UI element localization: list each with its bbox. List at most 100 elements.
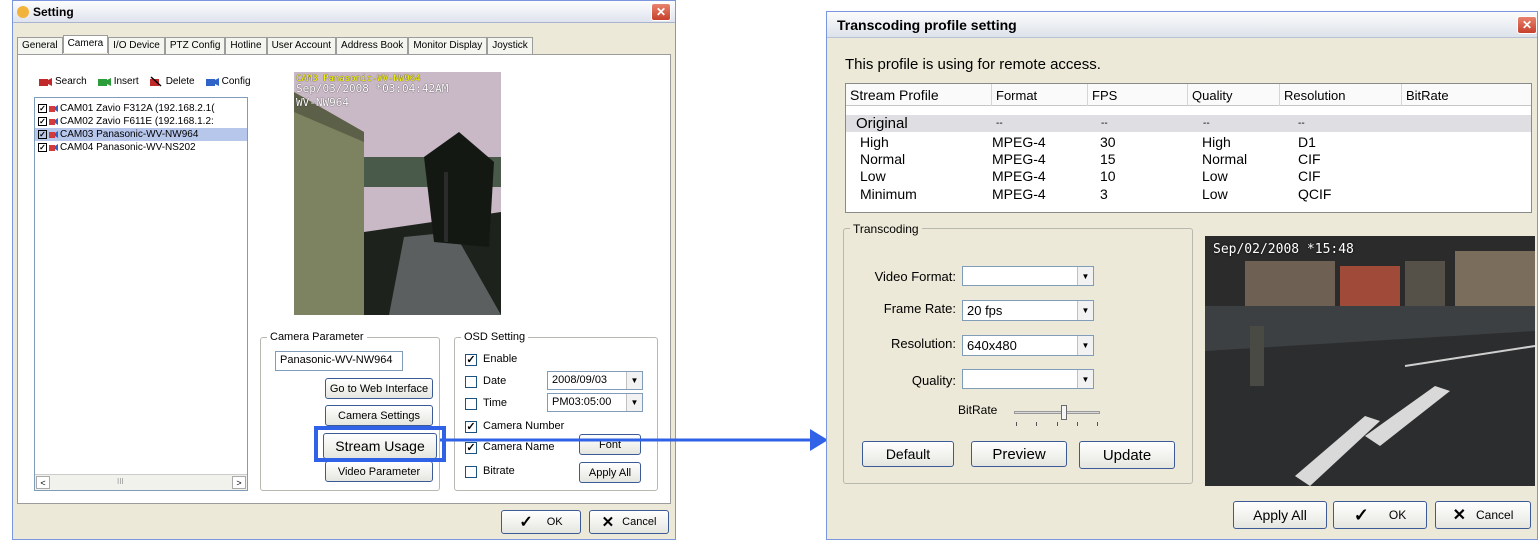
chevron-down-icon[interactable]: ▼ [626, 394, 642, 411]
frame-rate-select[interactable]: 20 fps ▼ [962, 300, 1094, 321]
close-x-icon: ✕ [601, 514, 615, 531]
preview-button[interactable]: Preview [971, 441, 1067, 467]
camera-checkbox[interactable]: ✓ [38, 117, 47, 126]
column-header[interactable]: Stream Profile [846, 84, 992, 106]
tab-camera[interactable]: Camera [62, 35, 109, 53]
table-row[interactable]: Minimum MPEG-4 3 Low QCIF [846, 185, 1531, 202]
chevron-down-icon[interactable]: ▼ [626, 372, 642, 389]
close-icon[interactable]: ✕ [1517, 16, 1537, 34]
insert-button[interactable]: Insert [97, 75, 139, 87]
camera-icon [49, 105, 58, 112]
video-format-select[interactable]: ▼ [962, 266, 1094, 286]
camera-preview: CAM3 Panasonic-WV-NW964 Sep/03/2008 *03:… [294, 72, 501, 315]
chevron-down-icon[interactable]: ▼ [1077, 336, 1093, 355]
profile-table: Stream Profile Format FPS Quality Resolu… [845, 83, 1532, 213]
transcoding-titlebar: Transcoding profile setting [827, 12, 1537, 38]
camera-settings-button[interactable]: Camera Settings [325, 405, 433, 426]
column-header[interactable]: FPS [1088, 84, 1188, 106]
camera-icon [49, 131, 58, 138]
date-label: Date [483, 375, 507, 387]
column-header[interactable]: Quality [1188, 84, 1280, 106]
delete-camera-icon [149, 76, 162, 87]
column-header[interactable]: Format [992, 84, 1088, 106]
bitrate-checkbox[interactable] [465, 466, 477, 478]
camera-list[interactable]: ✓ CAM01 Zavio F312A (192.168.2.1( ✓ CAM0… [34, 97, 248, 491]
table-row[interactable]: Normal MPEG-4 15 Normal CIF [846, 150, 1531, 167]
stream-usage-highlight [314, 426, 446, 462]
horizontal-scrollbar[interactable]: < III > [35, 474, 247, 490]
camera-model-field[interactable]: Panasonic-WV-NW964 [275, 351, 403, 371]
camera-checkbox[interactable]: ✓ [38, 143, 47, 152]
bitrate-slider[interactable] [1014, 405, 1100, 427]
apply-all-button[interactable]: Apply All [579, 462, 641, 483]
table-row[interactable]: High MPEG-4 30 High D1 [846, 133, 1531, 150]
preview-overlay-timestamp: Sep/02/2008 *15:48 [1213, 242, 1354, 257]
scroll-thumb[interactable]: III [117, 477, 124, 486]
tab-monitor-display[interactable]: Monitor Display [408, 37, 488, 55]
quality-select[interactable]: ▼ [962, 369, 1094, 389]
config-button[interactable]: Config [205, 75, 251, 87]
camera-parameter-group: Camera Parameter Panasonic-WV-NW964 Go t… [260, 331, 440, 491]
table-row[interactable]: Original -- -- -- -- [846, 115, 1531, 132]
tab-joystick[interactable]: Joystick [487, 37, 533, 55]
search-button[interactable]: Search [38, 75, 87, 87]
preview-overlay-model: WV-NW964 [296, 96, 349, 109]
date-select[interactable]: 2008/09/03 ▼ [547, 371, 643, 390]
video-format-label: Video Format: [874, 269, 956, 284]
setting-title: Setting [33, 4, 74, 19]
column-header[interactable]: Resolution [1280, 84, 1402, 106]
enable-checkbox[interactable]: ✓ [465, 354, 477, 366]
resolution-select[interactable]: 640x480 ▼ [962, 335, 1094, 356]
ok-button[interactable]: ✓ OK [1333, 501, 1427, 529]
cancel-button[interactable]: ✕ Cancel [1435, 501, 1531, 529]
camera-checkbox[interactable]: ✓ [38, 104, 47, 113]
camera-list-item-selected[interactable]: ✓ CAM03 Panasonic-WV-NW964 [35, 128, 247, 141]
default-button[interactable]: Default [862, 441, 954, 467]
checkmark-icon: ✓ [1353, 504, 1369, 525]
scroll-left-icon[interactable]: < [36, 476, 50, 489]
tab-ptz-config[interactable]: PTZ Config [164, 37, 226, 55]
chevron-down-icon[interactable]: ▼ [1077, 370, 1093, 388]
delete-button[interactable]: Delete [149, 75, 195, 87]
table-row[interactable]: Low MPEG-4 10 Low CIF [846, 167, 1531, 184]
apply-all-button[interactable]: Apply All [1233, 501, 1327, 529]
insert-camera-icon [97, 78, 111, 86]
video-parameter-button[interactable]: Video Parameter [325, 461, 433, 482]
scroll-right-icon[interactable]: > [232, 476, 246, 489]
tab-general[interactable]: General [17, 37, 63, 55]
camera-parameter-legend: Camera Parameter [267, 331, 367, 343]
quality-label: Quality: [911, 373, 956, 388]
ok-button[interactable]: ✓ OK [501, 510, 581, 534]
camera-checkbox[interactable]: ✓ [38, 130, 47, 139]
app-icon [17, 5, 29, 18]
tab-user-account[interactable]: User Account [266, 37, 337, 55]
camera-icon [49, 144, 58, 151]
time-label: Time [483, 397, 508, 409]
go-to-web-interface-button[interactable]: Go to Web Interface [325, 378, 433, 399]
cancel-button[interactable]: ✕ Cancel [589, 510, 669, 534]
bitrate-slider-thumb[interactable] [1061, 405, 1067, 420]
close-x-icon: ✕ [1452, 507, 1467, 524]
chevron-down-icon[interactable]: ▼ [1077, 301, 1093, 320]
transcoding-legend: Transcoding [850, 222, 922, 236]
camera-list-item[interactable]: ✓ CAM04 Panasonic-WV-NS202 [35, 141, 247, 154]
tab-hotline[interactable]: Hotline [225, 37, 267, 55]
close-icon[interactable]: ✕ [651, 3, 671, 21]
camera-list-item[interactable]: ✓ CAM02 Zavio F611E (192.168.1.2: [35, 115, 247, 128]
time-checkbox[interactable] [465, 398, 477, 410]
setting-dialog: Setting ✕ General Camera I/O Device PTZ … [12, 0, 676, 540]
tab-bar: General Camera I/O Device PTZ Config Hot… [17, 35, 533, 55]
frame-rate-label: Frame Rate: [883, 301, 956, 316]
time-select[interactable]: PM03:05:00 ▼ [547, 393, 643, 412]
camera-list-item[interactable]: ✓ CAM01 Zavio F312A (192.168.2.1( [35, 102, 247, 115]
osd-setting-legend: OSD Setting [461, 331, 529, 343]
tab-address-book[interactable]: Address Book [336, 37, 409, 55]
column-header[interactable]: BitRate [1402, 84, 1533, 106]
chevron-down-icon[interactable]: ▼ [1077, 267, 1093, 285]
bitrate-slider-ticks [1016, 422, 1098, 426]
profile-table-header: Stream Profile Format FPS Quality Resolu… [846, 84, 1531, 106]
update-button[interactable]: Update [1079, 441, 1175, 469]
date-checkbox[interactable] [465, 376, 477, 388]
tab-io-device[interactable]: I/O Device [108, 37, 165, 55]
transcoding-group: Transcoding Video Format: ▼ Frame Rate: … [843, 222, 1193, 484]
